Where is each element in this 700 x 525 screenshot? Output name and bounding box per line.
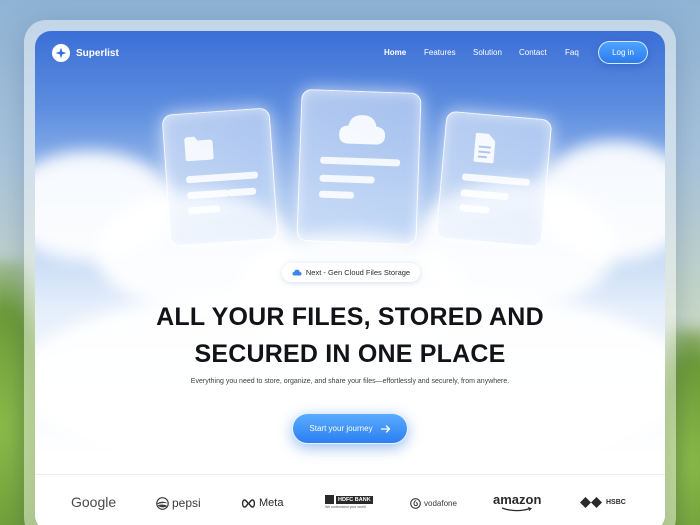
logo-pepsi: pepsi: [156, 496, 201, 510]
sparkle-icon: [52, 44, 70, 62]
logo-hsbc: HSBC: [580, 497, 626, 508]
file-card-cloud: [296, 88, 422, 246]
vodafone-speechmark-icon: [410, 498, 421, 509]
top-navigation: Superlist Home Features Solution Contact…: [35, 31, 665, 77]
brand-logo[interactable]: Superlist: [52, 44, 119, 62]
file-card-document: [435, 110, 553, 248]
document-icon: [473, 132, 496, 164]
cloud-icon: [339, 115, 386, 145]
hero-headline-line2: SECURED IN ONE PLACE: [194, 340, 506, 368]
pepsi-globe-icon: [156, 496, 169, 510]
landing-page: Superlist Home Features Solution Contact…: [35, 31, 665, 525]
nav-link-faq[interactable]: Faq: [565, 48, 579, 57]
logo-google: Google: [71, 494, 117, 510]
hero-badge-text: Next - Gen Cloud Files Storage: [305, 268, 411, 277]
logo-hdfc-bank: HDFC BANK We understand your world: [325, 495, 373, 509]
hero-headline-line1: ALL YOUR FILES, STORED AND: [156, 303, 544, 331]
nav-link-solution[interactable]: Solution: [473, 48, 502, 57]
partner-logos-strip: Google pepsi Meta HDFC BANK We understan…: [35, 474, 665, 525]
logo-amazon: amazon: [493, 492, 541, 512]
meta-infinity-icon: [241, 498, 256, 508]
brand-name: Superlist: [76, 47, 119, 59]
logo-meta: Meta: [241, 497, 283, 509]
start-journey-label: Start your journey: [309, 424, 373, 433]
start-journey-button[interactable]: Start your journey: [292, 413, 408, 444]
hero-badge: Next - Gen Cloud Files Storage: [282, 263, 420, 282]
login-button[interactable]: Log in: [598, 41, 648, 64]
folder-icon: [184, 136, 214, 162]
nav-link-home[interactable]: Home: [384, 48, 406, 57]
nav-link-features[interactable]: Features: [424, 48, 456, 57]
amazon-smile-icon: [501, 507, 533, 512]
nav-link-contact[interactable]: Contact: [519, 48, 547, 57]
cloud-icon: [292, 269, 302, 276]
hero-subtitle: Everything you need to store, organize, …: [190, 378, 510, 385]
arrow-right-icon: [380, 424, 390, 433]
hero-headline: ALL YOUR FILES, STORED AND SECURED IN ON…: [35, 299, 665, 373]
logo-vodafone: vodafone: [410, 498, 457, 509]
file-card-folder: [161, 107, 279, 247]
hsbc-hexagon-icon: [580, 497, 602, 508]
